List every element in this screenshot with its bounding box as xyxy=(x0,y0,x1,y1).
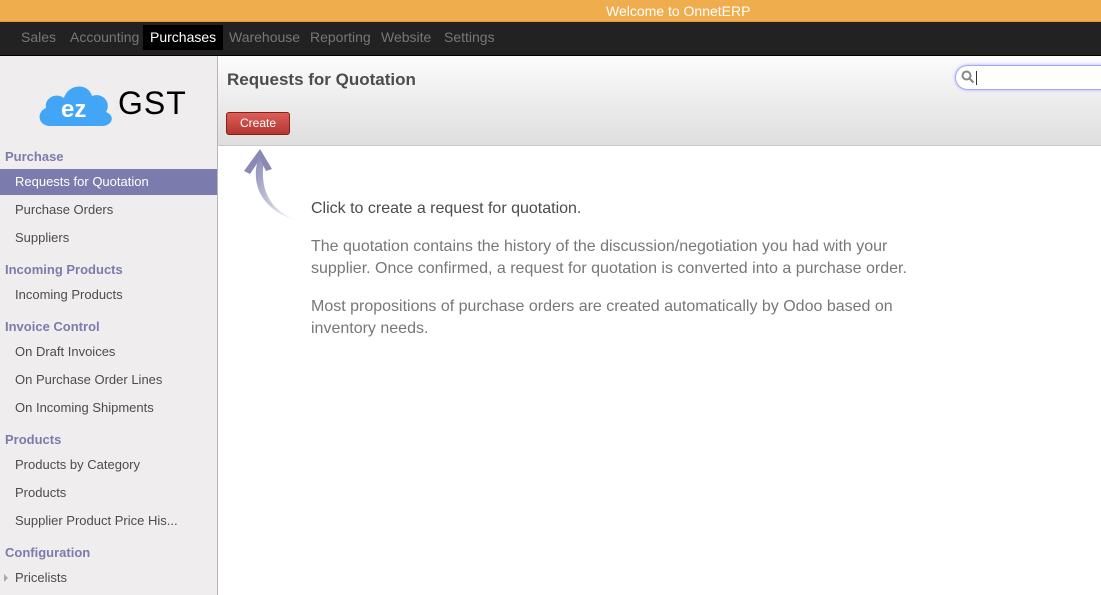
help-message: Click to create a request for quotation.… xyxy=(311,198,911,356)
logo-mark: ez xyxy=(61,96,86,123)
section-configuration: Configuration xyxy=(5,545,91,560)
menu-products-by-category[interactable]: Products by Category xyxy=(0,452,217,478)
cloud-logo-icon: ez xyxy=(39,86,112,126)
main-nav: Sales Accounting Purchases Warehouse Rep… xyxy=(0,22,1101,56)
page-title: Requests for Quotation xyxy=(227,70,416,89)
section-invoice-control: Invoice Control xyxy=(5,319,100,334)
nav-reporting[interactable]: Reporting xyxy=(303,25,378,50)
menu-requests-for-quotation[interactable]: Requests for Quotation xyxy=(0,169,217,195)
menu-incoming-products[interactable]: Incoming Products xyxy=(0,282,217,308)
nav-settings[interactable]: Settings xyxy=(437,25,502,50)
menu-on-incoming-shipments[interactable]: On Incoming Shipments xyxy=(0,395,217,421)
text-cursor xyxy=(976,71,977,85)
sidebar: ez GST Purchase Requests for Quotation P… xyxy=(0,56,218,595)
nav-sales[interactable]: Sales xyxy=(14,25,63,50)
menu-products[interactable]: Products xyxy=(0,480,217,506)
section-products: Products xyxy=(5,432,62,447)
menu-pricelists[interactable]: Pricelists xyxy=(0,565,217,591)
menu-pricelists-label: Pricelists xyxy=(15,570,68,585)
search-icon xyxy=(961,70,975,84)
nav-warehouse[interactable]: Warehouse xyxy=(222,25,307,50)
menu-on-purchase-order-lines[interactable]: On Purchase Order Lines xyxy=(0,367,217,393)
expand-caret-icon[interactable] xyxy=(4,574,8,582)
company-logo: ez GST xyxy=(36,76,186,131)
help-lead: Click to create a request for quotation. xyxy=(311,200,582,217)
curved-arrow-icon xyxy=(244,149,298,221)
search-box[interactable] xyxy=(955,65,1101,90)
logo-text: GST xyxy=(118,85,187,121)
nav-accounting[interactable]: Accounting xyxy=(63,25,146,50)
menu-purchase-orders[interactable]: Purchase Orders xyxy=(0,197,217,223)
nav-website[interactable]: Website xyxy=(374,25,438,50)
welcome-bar: Welcome to OnnetERP xyxy=(0,0,1101,22)
nav-purchases[interactable]: Purchases xyxy=(143,25,224,50)
menu-on-draft-invoices[interactable]: On Draft Invoices xyxy=(0,339,217,365)
menu-supplier-product-price-history[interactable]: Supplier Product Price His... xyxy=(0,508,217,534)
welcome-text: Welcome to OnnetERP xyxy=(606,3,751,19)
help-paragraph-2: Most propositions of purchase orders are… xyxy=(311,297,893,338)
section-purchase: Purchase xyxy=(5,149,64,164)
create-button[interactable]: Create xyxy=(226,112,290,135)
menu-suppliers[interactable]: Suppliers xyxy=(0,225,217,251)
control-panel: Requests for Quotation Create xyxy=(218,56,1101,146)
section-incoming-products: Incoming Products xyxy=(5,262,123,277)
help-paragraph-1: The quotation contains the history of th… xyxy=(311,237,907,278)
